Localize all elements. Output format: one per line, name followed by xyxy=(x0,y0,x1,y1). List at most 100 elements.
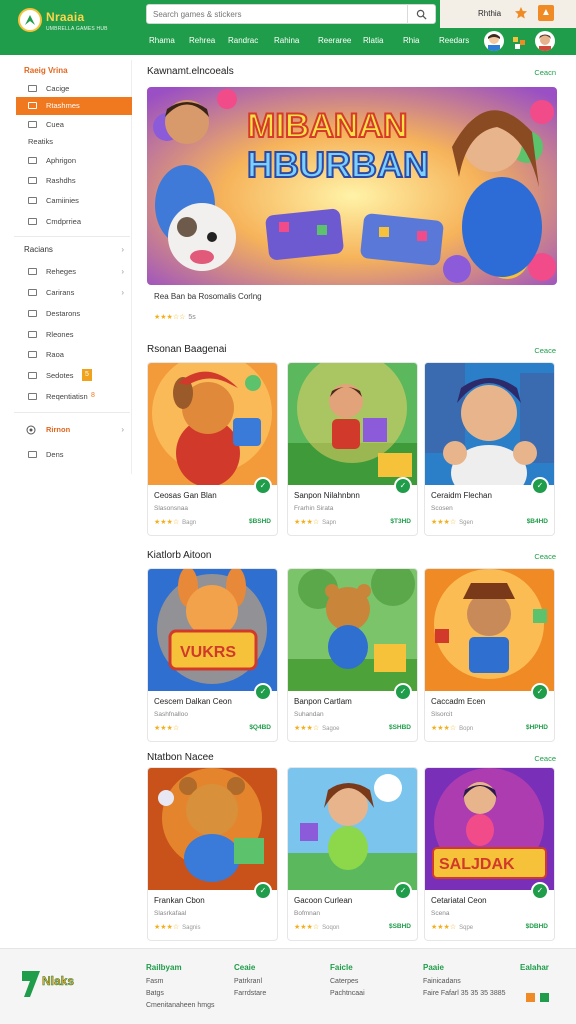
avatar[interactable] xyxy=(509,31,529,51)
sidebar-item[interactable]: Reqentiatisn 8 xyxy=(16,388,132,406)
card-title: Gacoon Curlean xyxy=(294,896,353,905)
card-title: Cetariatal Ceon xyxy=(431,896,487,905)
game-card[interactable]: ✓ Gacoon Curlean Bofmnan ★★★☆ Soqon $SBHD xyxy=(287,767,418,941)
svg-text:Nlaks: Nlaks xyxy=(42,974,74,988)
category-icon xyxy=(28,102,37,109)
footer-link[interactable]: Batgs xyxy=(146,990,215,997)
footer-link[interactable]: Farrdstare xyxy=(234,990,266,997)
avatar[interactable] xyxy=(535,31,555,51)
favorite-icon[interactable] xyxy=(514,6,528,20)
sidebar-item[interactable]: Reatiks xyxy=(16,133,132,151)
social-icon[interactable] xyxy=(540,993,549,1002)
search-input[interactable] xyxy=(153,7,408,21)
sidebar-item-active[interactable]: Rtashmes xyxy=(16,97,132,115)
sidebar-item[interactable]: Sedotes 5 xyxy=(16,367,132,385)
footer-link[interactable]: Faire Fafarl 35 35 35 3885 xyxy=(423,990,506,997)
divider xyxy=(14,236,130,237)
card-title: Banpon Cartlam xyxy=(294,697,352,706)
footer-logo[interactable]: Nlaks xyxy=(18,965,98,1001)
rating-stars: ★★★☆☆ 5s xyxy=(154,314,196,321)
game-card[interactable]: VUKRS ✓ Cescem Dalkan Ceon Sashfnalloo ★… xyxy=(147,568,278,742)
sidebar-item[interactable]: Dens xyxy=(16,446,132,464)
game-card[interactable]: SALJDAK ✓ Cetariatal Ceon Scena ★★★☆ Sqpe… xyxy=(424,767,555,941)
nav-item[interactable]: Rahina xyxy=(274,36,299,45)
play-icon[interactable]: ✓ xyxy=(394,683,412,701)
card-price: $B4HD xyxy=(526,518,548,525)
play-icon[interactable]: ✓ xyxy=(531,882,549,900)
sidebar-item-label: Reqentiatisn xyxy=(46,392,88,401)
footer-link[interactable]: Pachtncaai xyxy=(330,990,365,997)
sidebar-heading: Raeig Vrina xyxy=(24,66,68,75)
game-card[interactable]: ✓ Caccadm Ecen Slsorcit ★★★☆ Bopn $HPHD xyxy=(424,568,555,742)
login-link[interactable]: Rhthia xyxy=(478,9,501,18)
game-card[interactable]: ✓ Banpon Cartlam Suhandan ★★★☆ Sagoe $SHB… xyxy=(287,568,418,742)
hero-title-line2: HBURBAN xyxy=(247,144,429,185)
footer-link[interactable]: Fainicadans xyxy=(423,978,506,985)
sidebar-item[interactable]: Rashdhs xyxy=(16,172,132,190)
sidebar-item[interactable]: Rleones xyxy=(16,326,132,344)
sidebar-item[interactable]: Destarons xyxy=(16,305,132,323)
sidebar-item-label: Aphrigon xyxy=(46,156,77,165)
nav-item[interactable]: Rlatia xyxy=(363,36,383,45)
see-all-link[interactable]: Ceace xyxy=(534,346,556,355)
featured-banner[interactable]: MIBANAN HBURBAN xyxy=(147,87,557,285)
category-icon xyxy=(28,351,37,358)
sidebar-item[interactable]: Aphrigon xyxy=(16,152,132,170)
sidebar-item-label: Camiinies xyxy=(46,196,79,205)
sidebar-item-label: Destarons xyxy=(46,309,81,318)
play-icon[interactable]: ✓ xyxy=(394,477,412,495)
nav-item[interactable]: Reedars xyxy=(439,36,469,45)
game-card[interactable]: ✓ Sanpon Nilahnbnn Frarhin Sirata ★★★☆ Sa… xyxy=(287,362,418,536)
footer-link[interactable]: Cmenitanaheen hmgs xyxy=(146,1002,215,1009)
sidebar-section-toggle[interactable]: Racians › xyxy=(16,241,132,259)
site-logo[interactable]: Nraaia UMBRELLA GAMES HUB xyxy=(14,6,119,46)
play-icon[interactable]: ✓ xyxy=(394,882,412,900)
category-icon xyxy=(28,451,37,458)
game-card[interactable]: ✓ Frankan Cbon Slasrkafaal ★★★☆ Sagnis xyxy=(147,767,278,941)
nav-item[interactable]: Reeraree xyxy=(318,36,351,45)
chevron-right-icon: › xyxy=(121,288,124,297)
card-subtitle: Slsorcit xyxy=(431,711,453,718)
sidebar-item[interactable]: Cacige xyxy=(16,80,132,98)
nav-item[interactable]: Rhia xyxy=(403,36,419,45)
nav-item[interactable]: Rhama xyxy=(149,36,175,45)
hero-illustration: MIBANAN HBURBAN xyxy=(147,87,557,285)
rating-count: Sqpe xyxy=(459,925,474,931)
sidebar-item[interactable]: Cuea xyxy=(16,116,132,134)
see-all-link[interactable]: Ceacn xyxy=(534,68,556,77)
sidebar-item[interactable]: Camiinies xyxy=(16,192,132,210)
sidebar-item[interactable]: Cmdprriea xyxy=(16,213,132,231)
footer-link[interactable]: Patrkranl xyxy=(234,978,266,985)
avatar[interactable] xyxy=(484,31,504,51)
footer-link[interactable]: Fasm xyxy=(146,978,215,985)
category-icon xyxy=(28,331,37,338)
play-icon[interactable]: ✓ xyxy=(531,477,549,495)
nav-item[interactable]: Rehrea xyxy=(189,36,215,45)
card-title: Caccadm Ecen xyxy=(431,697,486,706)
card-subtitle: Slasrkafaal xyxy=(154,910,187,917)
category-icon xyxy=(28,310,37,317)
section-title: Rsonan Baagenai xyxy=(147,344,227,355)
sidebar-item[interactable]: Reheges › xyxy=(16,263,132,281)
sidebar-section-toggle[interactable]: Rirnon › xyxy=(16,421,132,439)
circle-icon xyxy=(26,425,36,435)
play-icon[interactable]: ✓ xyxy=(254,882,272,900)
play-icon[interactable]: ✓ xyxy=(531,683,549,701)
see-all-link[interactable]: Ceace xyxy=(534,754,556,763)
play-icon[interactable]: ✓ xyxy=(254,477,272,495)
footer-link[interactable]: Caterpes xyxy=(330,978,365,985)
play-icon[interactable]: ✓ xyxy=(254,683,272,701)
card-price: $BSHD xyxy=(248,518,271,525)
game-card[interactable]: ✓ Ceraidm Flechan Scosen ★★★☆ Sgen $B4HD xyxy=(424,362,555,536)
notification-icon[interactable]: ▲ xyxy=(538,5,554,21)
game-card[interactable]: ✓ Ceosas Gan Blan Slasonsnaa ★★★☆ Bagn $B… xyxy=(147,362,278,536)
see-all-link[interactable]: Ceace xyxy=(534,552,556,561)
sidebar-item[interactable]: Raoa xyxy=(16,346,132,364)
category-icon xyxy=(28,197,37,204)
sidebar-item[interactable]: Carirans › xyxy=(16,284,132,302)
nav-item[interactable]: Randrac xyxy=(228,36,258,45)
category-icon xyxy=(28,268,37,275)
hero-caption[interactable]: Rea Ban ba Rosomalis Corlng xyxy=(154,292,262,301)
search-button[interactable] xyxy=(407,4,435,24)
social-icon[interactable] xyxy=(526,993,535,1002)
